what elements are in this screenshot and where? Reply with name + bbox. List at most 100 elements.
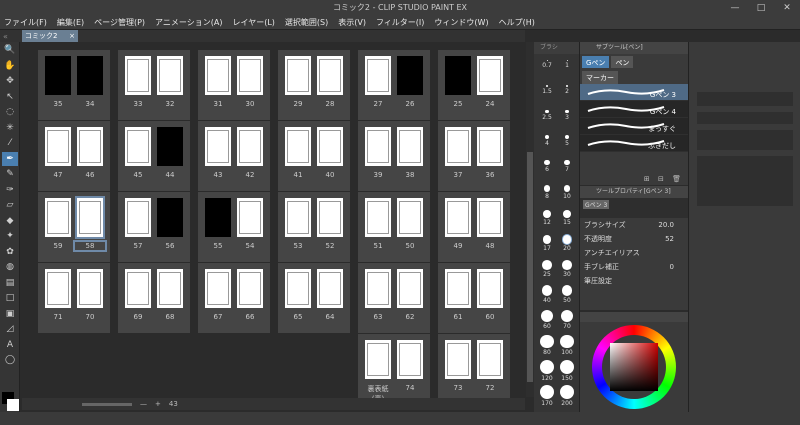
brush-size-preset[interactable]: 0.7 — [538, 60, 556, 69]
page-spread[interactable]: 47 46 — [38, 121, 110, 191]
page-spread[interactable]: 65 64 — [278, 263, 350, 333]
pencil-icon[interactable]: ✎ — [2, 167, 18, 182]
left-page-thumbnail[interactable] — [45, 127, 71, 166]
subtool-item[interactable]: ふきだし — [580, 135, 688, 152]
left-page-thumbnail[interactable] — [45, 198, 71, 237]
subtool-item[interactable]: まっすぐ — [580, 118, 688, 135]
right-page-thumbnail[interactable] — [477, 269, 503, 308]
left-page-thumbnail[interactable] — [365, 56, 391, 95]
page-spread[interactable]: 29 28 — [278, 50, 350, 120]
right-page-thumbnail[interactable] — [397, 198, 423, 237]
page-spread[interactable]: 71 70 — [38, 263, 110, 333]
brush-size-preset[interactable]: 1.5 — [538, 85, 556, 95]
right-page-thumbnail[interactable] — [237, 269, 263, 308]
tool-property-row[interactable]: 筆圧設定 — [580, 274, 688, 288]
menu-file[interactable]: ファイル(F) — [4, 17, 47, 28]
page-spread[interactable]: 67 66 — [198, 263, 270, 333]
zoom-in-button[interactable]: + — [155, 400, 161, 408]
subtool-item[interactable]: Gペン 4 — [580, 101, 688, 118]
brush-size-preset[interactable]: 120 — [538, 360, 556, 382]
tool-property-row[interactable]: アンチエイリアス — [580, 246, 688, 260]
page-spread[interactable]: 61 60 — [438, 263, 510, 333]
right-page-thumbnail[interactable] — [75, 196, 105, 239]
page-spread[interactable]: 37 36 — [438, 121, 510, 191]
maximize-button[interactable]: □ — [748, 0, 774, 15]
left-page-thumbnail[interactable] — [445, 269, 471, 308]
page-spread[interactable]: 55 54 — [198, 192, 270, 262]
left-page-thumbnail[interactable] — [125, 127, 151, 166]
menu-page[interactable]: ページ管理(P) — [94, 17, 145, 28]
saturation-value-square[interactable] — [610, 343, 658, 391]
left-page-thumbnail[interactable] — [445, 127, 471, 166]
right-page-thumbnail[interactable] — [237, 198, 263, 237]
left-page-thumbnail[interactable] — [45, 269, 71, 308]
brush-size-preset[interactable]: 1 — [558, 60, 576, 69]
left-page-thumbnail[interactable] — [205, 269, 231, 308]
page-spread[interactable]: 35 34 — [38, 50, 110, 120]
blend-icon[interactable]: ◍ — [2, 260, 18, 275]
menu-layer[interactable]: レイヤー(L) — [232, 17, 274, 28]
brush-size-preset[interactable]: 8 — [538, 185, 556, 200]
page-spread[interactable]: 31 30 — [198, 50, 270, 120]
menu-selection[interactable]: 選択範囲(S) — [285, 17, 328, 28]
right-page-thumbnail[interactable] — [77, 56, 103, 95]
brush-size-preset[interactable]: 80 — [538, 335, 556, 356]
property-value[interactable]: 0 — [670, 263, 674, 271]
brush-size-preset[interactable]: 3 — [558, 110, 576, 121]
brush-size-preset[interactable]: 15 — [558, 210, 576, 226]
frame-icon[interactable]: ▣ — [2, 307, 18, 322]
page-scrollbar[interactable] — [526, 42, 534, 397]
brush-size-preset[interactable]: 200 — [558, 385, 576, 407]
brush-size-preset[interactable]: 150 — [558, 360, 576, 382]
left-page-thumbnail[interactable] — [125, 198, 151, 237]
right-page-thumbnail[interactable] — [77, 269, 103, 308]
right-page-thumbnail[interactable] — [157, 198, 183, 237]
left-page-thumbnail[interactable] — [445, 340, 471, 379]
decoration-icon[interactable]: ✿ — [2, 245, 18, 260]
right-page-thumbnail[interactable] — [397, 56, 423, 95]
brush-size-preset[interactable]: 2 — [558, 85, 576, 95]
text-icon[interactable]: A — [2, 338, 18, 353]
left-page-thumbnail[interactable] — [365, 127, 391, 166]
subtool-controls[interactable]: ⊞ ⊟ 🗑 — [644, 175, 684, 183]
brush-size-preset[interactable]: 6 — [538, 160, 556, 173]
brush-size-preset[interactable]: 20 — [558, 235, 576, 252]
left-page-thumbnail[interactable] — [45, 56, 71, 95]
page-spread[interactable]: 45 44 — [118, 121, 190, 191]
brush-size-preset[interactable]: 4 — [538, 135, 556, 147]
brush-size-preset[interactable]: 60 — [538, 310, 556, 330]
subtool-tab-marker[interactable]: マーカー — [582, 71, 618, 85]
subtool-tab-gpen[interactable]: Gペン — [582, 56, 610, 68]
left-page-thumbnail[interactable] — [445, 56, 471, 95]
brush-size-preset[interactable]: 40 — [538, 285, 556, 304]
right-page-thumbnail[interactable] — [477, 56, 503, 95]
brush-size-preset[interactable]: 50 — [558, 285, 576, 304]
right-page-thumbnail[interactable] — [237, 56, 263, 95]
right-page-thumbnail[interactable] — [157, 127, 183, 166]
figure-icon[interactable]: □ — [2, 291, 18, 306]
fill-icon[interactable]: ◆ — [2, 214, 18, 229]
left-page-thumbnail[interactable] — [285, 269, 311, 308]
operation-icon[interactable]: ↖ — [2, 90, 18, 105]
left-page-thumbnail[interactable] — [285, 56, 311, 95]
property-value[interactable]: 52 — [665, 235, 674, 243]
hand-icon[interactable]: ✋ — [2, 59, 18, 74]
page-spread[interactable]: 25 24 — [438, 50, 510, 120]
page-spread[interactable]: 53 52 — [278, 192, 350, 262]
left-page-thumbnail[interactable] — [445, 198, 471, 237]
brush-size-preset[interactable]: 30 — [558, 260, 576, 278]
right-page-thumbnail[interactable] — [477, 198, 503, 237]
brush-size-preset[interactable]: 5 — [558, 135, 576, 147]
page-spread[interactable]: 39 38 — [358, 121, 430, 191]
brush-size-preset[interactable]: 2.5 — [538, 110, 556, 121]
right-page-thumbnail[interactable] — [477, 340, 503, 379]
menu-help[interactable]: ヘルプ(H) — [499, 17, 535, 28]
left-page-thumbnail[interactable] — [205, 127, 231, 166]
page-spread[interactable]: 49 48 — [438, 192, 510, 262]
brush-size-preset[interactable]: 25 — [538, 260, 556, 278]
left-page-thumbnail[interactable] — [365, 340, 391, 379]
tab-comic2[interactable]: コミック2 × — [22, 30, 78, 42]
page-spread[interactable]: 41 40 — [278, 121, 350, 191]
brush-size-preset[interactable]: 12 — [538, 210, 556, 226]
magnifier-icon[interactable]: 🔍 — [2, 43, 18, 58]
